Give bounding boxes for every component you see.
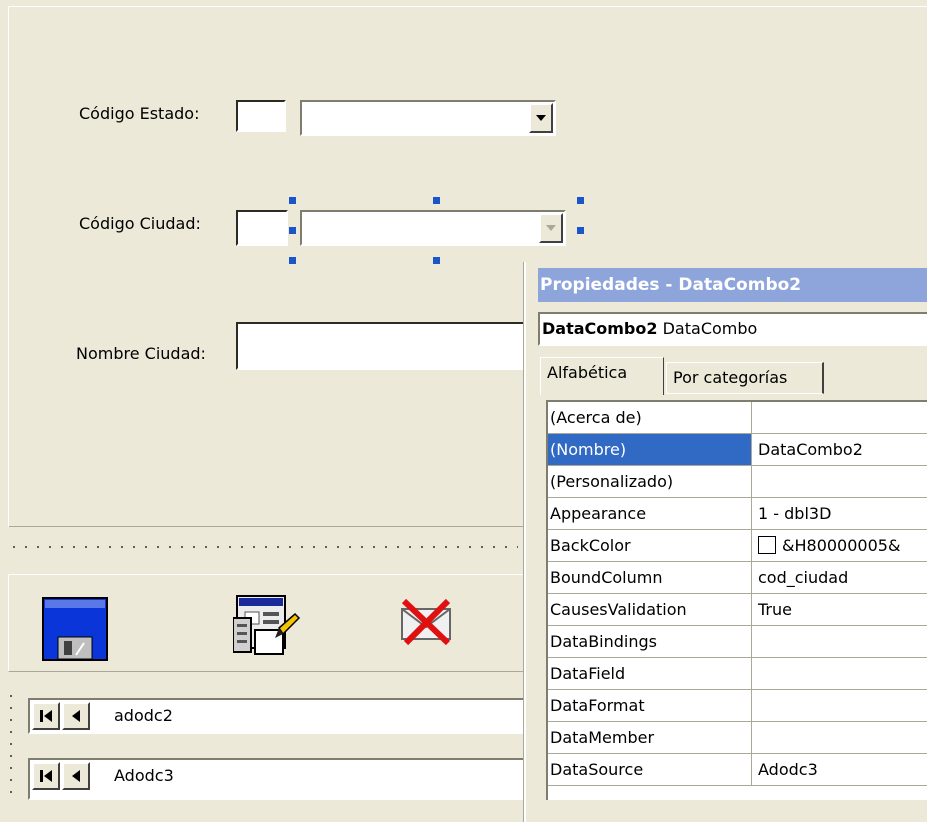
- ciudad-dropdown-button[interactable]: [539, 213, 563, 243]
- color-swatch: [758, 536, 776, 554]
- resize-handle[interactable]: [289, 197, 296, 204]
- property-name: (Nombre): [548, 434, 752, 465]
- property-value[interactable]: DataCombo2: [754, 434, 927, 465]
- estado-dropdown-button[interactable]: [529, 103, 553, 133]
- property-grid[interactable]: (Acerca de) (Nombre) DataCombo2 (Persona…: [546, 400, 927, 800]
- property-value[interactable]: cod_ciudad: [754, 562, 927, 593]
- property-value[interactable]: [754, 690, 927, 721]
- property-value[interactable]: [754, 658, 927, 689]
- adodc-caption: Adodc3: [114, 766, 174, 785]
- estado-datacombo[interactable]: [300, 100, 556, 136]
- move-previous-icon: [72, 770, 80, 782]
- object-name: DataCombo2: [542, 319, 658, 338]
- property-row[interactable]: (Acerca de): [548, 402, 927, 434]
- move-first-button[interactable]: [32, 702, 60, 730]
- move-first-icon: [40, 770, 52, 782]
- resize-handle[interactable]: [433, 197, 440, 204]
- property-row-selected[interactable]: (Nombre) DataCombo2: [548, 434, 927, 466]
- resize-handle[interactable]: [577, 197, 584, 204]
- property-row[interactable]: (Personalizado): [548, 466, 927, 498]
- move-first-icon: [40, 710, 52, 722]
- property-name: DataBindings: [548, 626, 752, 657]
- object-selector-combo[interactable]: DataCombo2 DataCombo: [538, 312, 927, 346]
- property-row[interactable]: DataSource Adodc3: [548, 754, 927, 786]
- resize-handle[interactable]: [289, 227, 296, 234]
- property-value[interactable]: 1 - dbl3D: [754, 498, 927, 529]
- ciudad-label: Código Ciudad:: [79, 214, 201, 233]
- property-value[interactable]: True: [754, 594, 927, 625]
- property-row[interactable]: CausesValidation True: [548, 594, 927, 626]
- property-row[interactable]: Appearance 1 - dbl3D: [548, 498, 927, 530]
- edit-form-icon[interactable]: [232, 594, 301, 660]
- property-name: CausesValidation: [548, 594, 752, 625]
- dotted-separator: [8, 546, 518, 548]
- move-first-button[interactable]: [32, 762, 60, 790]
- property-name: DataField: [548, 658, 752, 689]
- nombre-label: Nombre Ciudad:: [76, 344, 206, 363]
- delete-mail-icon[interactable]: [398, 597, 456, 647]
- property-row[interactable]: DataField: [548, 658, 927, 690]
- property-row[interactable]: BackColor &H80000005&: [548, 530, 927, 562]
- adodc-caption: adodc2: [114, 706, 173, 725]
- property-name: (Personalizado): [548, 466, 752, 497]
- property-row[interactable]: DataBindings: [548, 626, 927, 658]
- property-value[interactable]: Adodc3: [754, 754, 927, 785]
- property-value-color[interactable]: &H80000005&: [754, 530, 927, 561]
- chevron-down-icon: [536, 115, 546, 121]
- dotted-separator-vertical: [10, 690, 12, 800]
- estado-code-textbox[interactable]: [236, 100, 286, 132]
- property-row[interactable]: DataFormat: [548, 690, 927, 722]
- property-value[interactable]: [754, 402, 927, 433]
- property-row[interactable]: BoundColumn cod_ciudad: [548, 562, 927, 594]
- property-name: BackColor: [548, 530, 752, 561]
- tab-alphabetical[interactable]: Alfabética: [540, 357, 664, 395]
- property-name: Appearance: [548, 498, 752, 529]
- move-previous-icon: [72, 710, 80, 722]
- property-name: (Acerca de): [548, 402, 752, 433]
- ciudad-datacombo[interactable]: [300, 210, 566, 246]
- object-type: DataCombo: [662, 319, 758, 338]
- property-value[interactable]: [754, 626, 927, 657]
- ciudad-code-textbox[interactable]: [236, 210, 288, 246]
- estado-label: Código Estado:: [79, 104, 200, 123]
- property-value[interactable]: [754, 722, 927, 753]
- adodc3-control[interactable]: Adodc3: [28, 758, 528, 800]
- move-previous-button[interactable]: [62, 762, 90, 790]
- property-name: BoundColumn: [548, 562, 752, 593]
- floppy-disk-icon[interactable]: [42, 597, 108, 661]
- resize-handle[interactable]: [289, 257, 296, 264]
- property-name: DataMember: [548, 722, 752, 753]
- resize-handle[interactable]: [433, 257, 440, 264]
- property-name: DataFormat: [548, 690, 752, 721]
- backcolor-value: &H80000005&: [782, 536, 901, 555]
- property-value[interactable]: [754, 466, 927, 497]
- nombre-ciudad-textbox[interactable]: [236, 322, 536, 370]
- tab-categories[interactable]: Por categorías: [666, 362, 824, 394]
- property-name: DataSource: [548, 754, 752, 785]
- adodc2-control[interactable]: adodc2: [28, 698, 528, 734]
- chevron-down-icon: [546, 225, 556, 231]
- move-previous-button[interactable]: [62, 702, 90, 730]
- properties-title-bar[interactable]: Propiedades - DataCombo2: [538, 268, 927, 302]
- resize-handle[interactable]: [577, 227, 584, 234]
- property-row[interactable]: DataMember: [548, 722, 927, 754]
